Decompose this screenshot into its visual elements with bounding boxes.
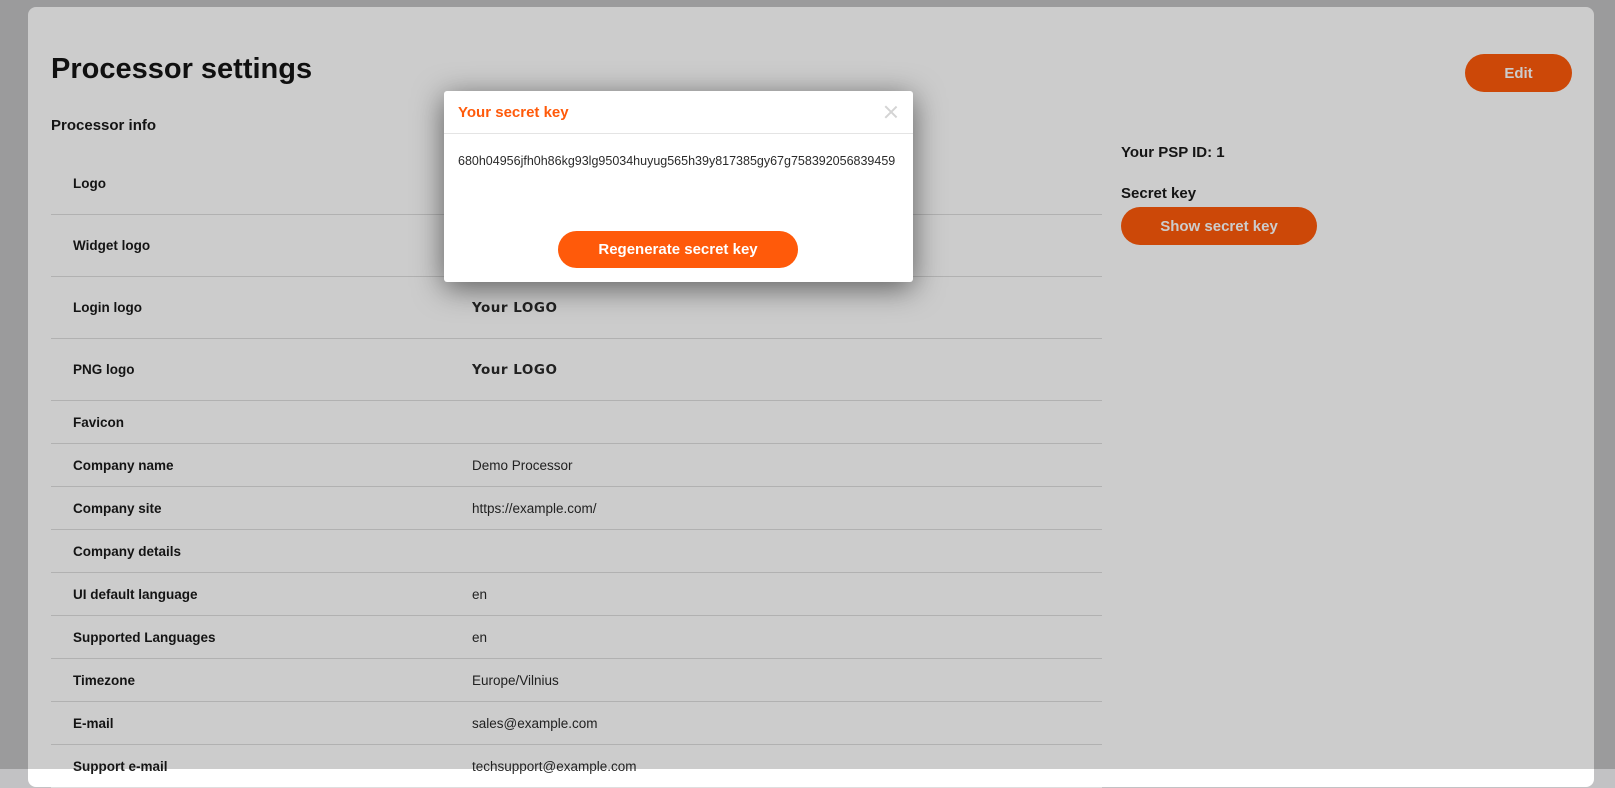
modal-body: 680h04956jfh0h86kg93lg95034huyug565h39y8…	[444, 134, 913, 168]
modal-title: Your secret key	[458, 103, 569, 121]
modal-header: Your secret key	[444, 91, 913, 134]
regenerate-secret-key-button[interactable]: Regenerate secret key	[558, 231, 798, 268]
secret-key-value: 680h04956jfh0h86kg93lg95034huyug565h39y8…	[458, 154, 896, 168]
close-icon[interactable]	[883, 104, 899, 120]
secret-key-modal: Your secret key 680h04956jfh0h86kg93lg95…	[444, 91, 913, 282]
